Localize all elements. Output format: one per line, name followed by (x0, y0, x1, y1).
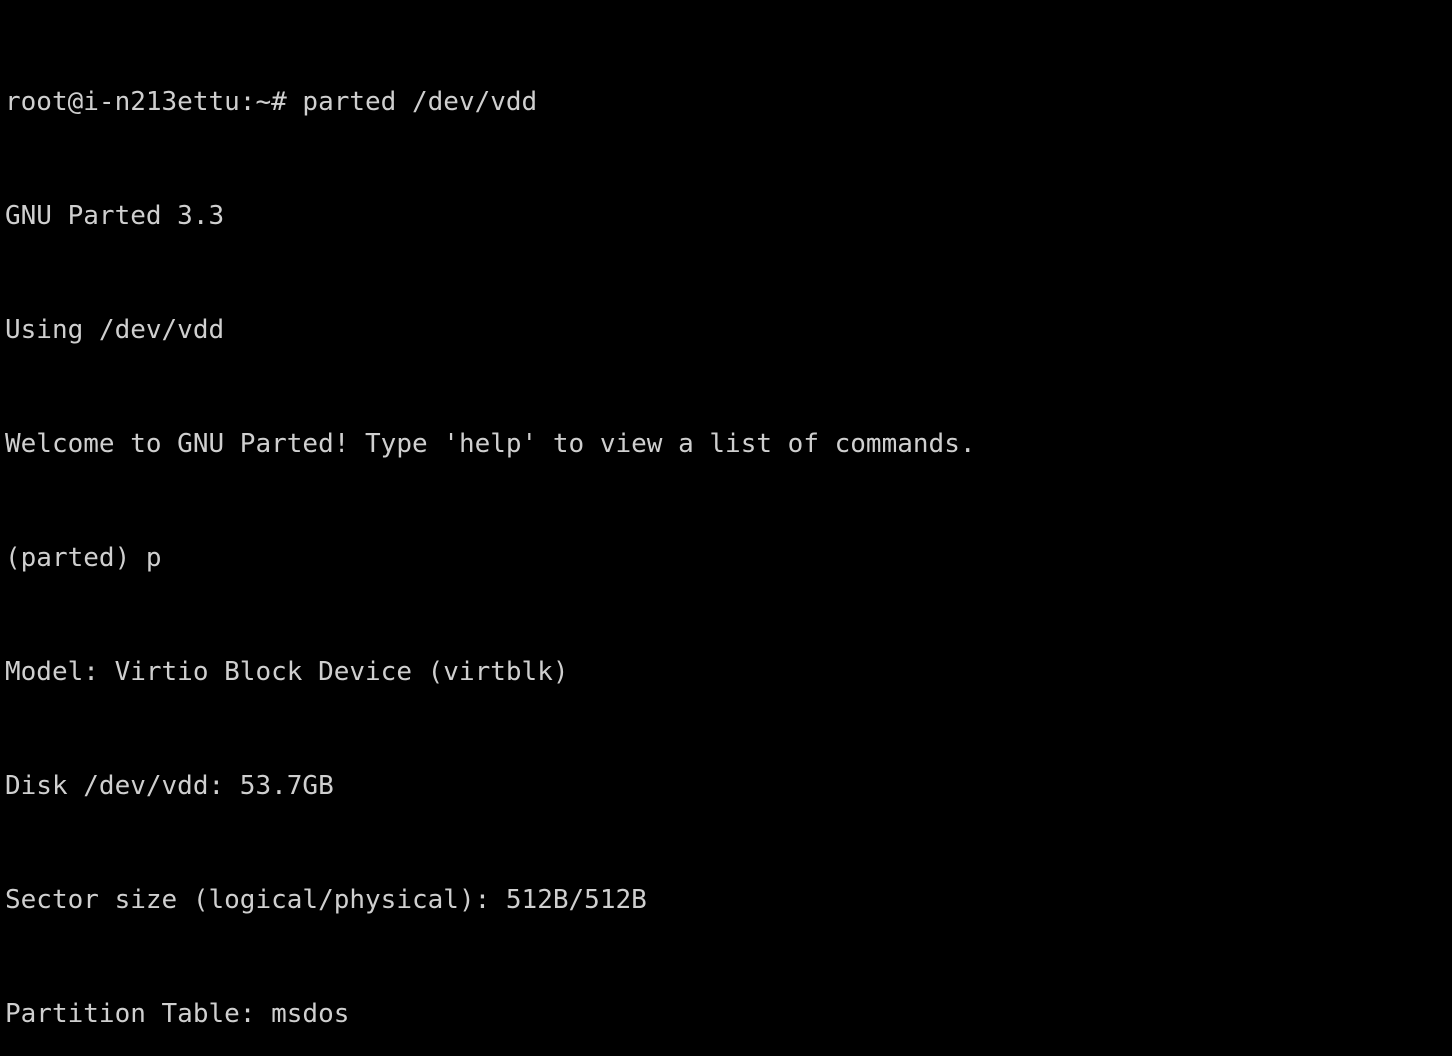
terminal-line-welcome: Welcome to GNU Parted! Type 'help' to vi… (5, 429, 976, 459)
terminal-line-parted-prompt: (parted) p (5, 543, 162, 573)
terminal-line-using-device: Using /dev/vdd (5, 315, 225, 345)
terminal-line-sector-size: Sector size (logical/physical): 512B/512… (5, 885, 647, 915)
terminal-line-model: Model: Virtio Block Device (virtblk) (5, 657, 569, 687)
terminal-line-shell-command: root@i-n213ettu:~# parted /dev/vdd (5, 87, 538, 117)
terminal-line-disk: Disk /dev/vdd: 53.7GB (5, 771, 334, 801)
terminal-screen[interactable]: root@i-n213ettu:~# parted /dev/vdd GNU P… (0, 0, 1452, 1029)
terminal-line-parted-version: GNU Parted 3.3 (5, 201, 225, 231)
terminal-line-partition-table: Partition Table: msdos (5, 999, 350, 1029)
